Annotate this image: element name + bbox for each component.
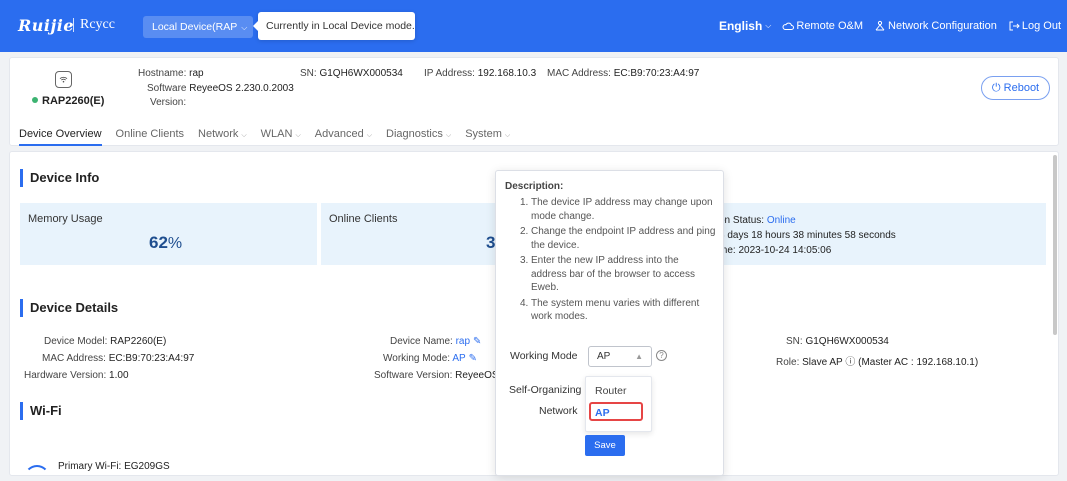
detail-working-mode: Working Mode: AP ✎ [383,353,478,364]
description-item: 4. The system menu varies with different … [520,297,700,323]
chevron-down-icon: ⌵ [295,132,301,139]
cloud-icon [782,22,795,30]
network-icon [875,20,885,31]
tab-wlan[interactable]: WLAN ⌵ [261,128,301,146]
chevron-down-icon: ⌵ [241,132,247,139]
highlight-box [589,402,643,421]
online-clients-card: Online Clients 3 [321,203,507,265]
chevron-down-icon: ⌵ [765,21,772,30]
wifi-title: Wi-Fi [20,402,62,420]
device-summary-card: RAP2260(E) Hostname: rap Software ReyeeO… [9,57,1059,146]
version-label: Version: [150,97,187,108]
description-item: 1. The device IP address may change upon … [520,197,713,222]
description-item: 3. Enter the new IP address into the addr… [520,255,695,293]
description-item: 2. Change the endpoint IP address and pin… [520,226,716,251]
detail-mac-address: MAC Address: EC:B9:70:23:A4:97 [42,353,195,364]
memory-usage-value: 62% [149,233,183,252]
device-model-status: RAP2260(E) [32,95,104,107]
logo-divider [73,18,74,32]
detail-device-model: Device Model: RAP2260(E) [44,336,167,347]
working-mode-value: AP [597,351,611,362]
reboot-button[interactable]: ⏻ Reboot [981,76,1050,100]
detail-software-version: Software Version: ReyeeOS [374,370,499,381]
working-mode-popover: Description: 1. The device IP address may… [495,170,724,476]
chevron-down-icon: ⌵ [504,132,511,139]
tab-system[interactable]: System ⌵ [465,128,510,146]
device-info-title: Device Info [20,169,99,187]
device-mode-select[interactable]: Local Device(RAP ⌵ [143,16,253,38]
tab-online-clients[interactable]: Online Clients [116,128,184,146]
device-mode-value: Local Device(RAP [152,21,238,33]
option-router[interactable]: Router [595,385,627,397]
serial-number: SN: G1QH6WX000534 [300,68,403,79]
conn-status-line: on Status: Online [719,215,796,226]
memory-usage-card: Memory Usage 62% [20,203,317,265]
logout-icon [1009,21,1020,31]
online-clients-label: Online Clients [329,213,398,225]
main-tabs: Device Overview Online Clients Network ⌵ … [19,128,524,146]
top-bar: Ruijie Rcycc Local Device(RAP ⌵ Currently… [0,0,1067,52]
chevron-up-icon: ▲ [635,352,643,361]
mac-address: MAC Address: EC:B9:70:23:A4:97 [547,68,700,79]
uptime: 3 days 18 hours 38 minutes 58 seconds [719,230,896,241]
chevron-down-icon: ⌵ [241,23,248,32]
mode-tooltip: Currently in Local Device mode. [253,12,415,40]
language-select[interactable]: English ⌵ [719,19,771,33]
working-mode-label: Working Mode [510,350,578,362]
network-label: Network [539,405,578,417]
brand-sub-logo: Rcycc [80,17,115,32]
popover-description-list: 1. The device IP address may change upon … [520,196,716,326]
language-value: English [718,19,763,33]
tab-network[interactable]: Network ⌵ [198,128,247,146]
network-config-label: Network Configuration [888,20,997,32]
ip-address: IP Address: 192.168.10.3 [424,68,537,79]
software-version: Software ReyeeOS 2.230.0.2003 [147,83,294,94]
primary-wifi: Primary Wi-Fi: EG209GS [58,461,170,472]
save-button[interactable]: Save [585,435,625,456]
remote-om-label: Remote O&M [796,20,864,32]
tab-advanced[interactable]: Advanced ⌵ [315,128,372,146]
hostname: Hostname: rap [138,68,204,79]
tab-diagnostics[interactable]: Diagnostics ⌵ [386,128,451,146]
top-right-menu: English ⌵ Remote O&M Network Configuratio… [708,0,1061,52]
vertical-scrollbar[interactable] [1053,155,1057,335]
edit-icon[interactable]: ✎ [469,353,477,364]
logout-label: Log Out [1021,20,1061,32]
self-organizing-label: Self-Organizing [509,384,582,396]
wifi-device-icon [55,71,72,88]
edit-icon[interactable]: ✎ [473,336,481,347]
tab-device-overview[interactable]: Device Overview [19,128,102,146]
detail-device-name: Device Name: rap ✎ [390,336,482,347]
detail-hardware-version: Hardware Version: 1.00 [24,370,129,381]
chevron-down-icon: ⌵ [366,132,373,139]
device-model: RAP2260(E) [42,95,105,107]
wifi-icon [24,465,50,475]
device-details-title: Device Details [20,299,118,317]
detail-role: Role: Slave AP ⓘ (Master AC : 192.168.10… [776,357,979,368]
power-icon: ⏻ [991,82,1001,94]
working-mode-select[interactable]: AP ▲ [588,346,652,367]
help-icon[interactable]: ? [656,350,667,361]
system-time: me: 2023-10-24 14:05:06 [719,245,832,256]
chevron-down-icon: ⌵ [445,132,452,139]
online-dot-icon [32,97,38,103]
brand-logo: Ruijie [18,16,75,35]
popover-description-title: Description: [505,181,564,192]
connection-status: on Status: Online 3 days 18 hours 38 min… [719,213,896,258]
remote-om-link[interactable]: Remote O&M [782,20,863,32]
info-icon[interactable]: ⓘ [845,357,855,368]
logout-link[interactable]: Log Out [1008,20,1061,32]
network-config-link[interactable]: Network Configuration [874,20,997,32]
detail-sn: SN: G1QH6WX000534 [786,336,889,347]
memory-usage-label: Memory Usage [28,213,103,225]
